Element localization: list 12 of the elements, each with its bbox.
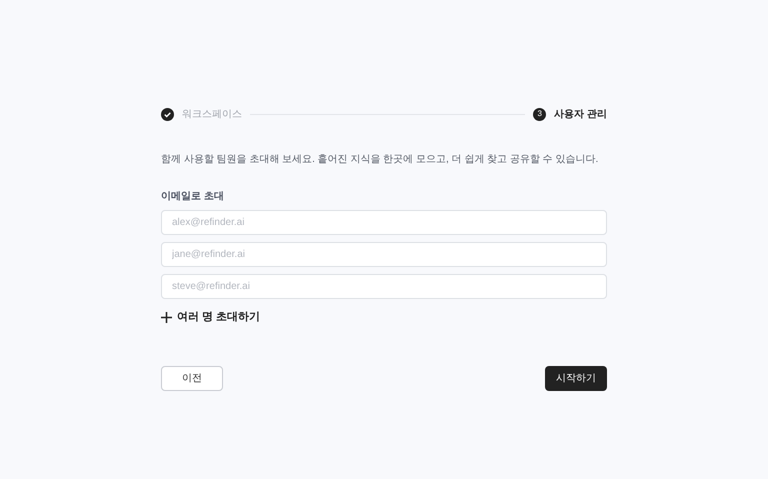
- email-field[interactable]: alex@refinder.ai: [161, 210, 607, 235]
- email-field[interactable]: steve@refinder.ai: [161, 274, 607, 299]
- invite-more-button[interactable]: 여러 명 초대하기: [161, 309, 260, 326]
- step-number: 3: [533, 108, 546, 120]
- start-button[interactable]: 시작하기: [545, 366, 607, 390]
- back-button[interactable]: 이전: [161, 366, 223, 390]
- field-label: 이메일로 초대: [161, 190, 225, 204]
- email-field[interactable]: jane@refinder.ai: [161, 242, 607, 267]
- step-label: 워크스페이스: [182, 108, 242, 122]
- description: 함께 사용할 팀원을 초대해 보세요. 흩어진 지식을 한곳에 모으고, 더 쉽게 찾고 공유할 수 있습니다.: [161, 153, 600, 167]
- plus-icon: [161, 312, 172, 323]
- step-label: 사용자 관리: [554, 108, 607, 122]
